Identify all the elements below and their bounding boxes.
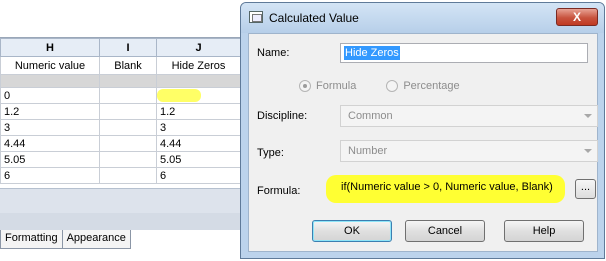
table-cell[interactable] bbox=[99, 119, 157, 136]
percentage-radio-label: Percentage bbox=[403, 80, 460, 92]
table-cell-highlighted[interactable] bbox=[156, 87, 241, 104]
table-row: 5.05 5.05 bbox=[0, 151, 241, 168]
table-row: 0 bbox=[0, 87, 241, 104]
name-input-value: Hide Zeros bbox=[344, 46, 400, 60]
table-cell[interactable]: 1.2 bbox=[0, 103, 100, 120]
formula-radio[interactable] bbox=[299, 80, 311, 92]
group-row bbox=[0, 74, 241, 88]
tab-appearance[interactable]: Appearance bbox=[61, 230, 131, 249]
source-radio-group: Formula Percentage bbox=[299, 78, 460, 94]
dialog-titlebar[interactable]: Calculated Value X bbox=[241, 3, 604, 33]
formula-builder-button[interactable]: ... bbox=[575, 179, 596, 199]
tab-formatting[interactable]: Formatting bbox=[0, 230, 63, 249]
column-header-hide-zeros[interactable]: Hide Zeros bbox=[156, 56, 241, 75]
chevron-down-icon bbox=[584, 114, 592, 118]
table-row: 6 6 bbox=[0, 167, 241, 184]
formula-radio-label: Formula bbox=[316, 80, 357, 92]
formula-input[interactable]: if(Numeric value > 0, Numeric value, Bla… bbox=[340, 178, 565, 199]
discipline-select[interactable]: Common bbox=[340, 105, 598, 127]
table-cell[interactable] bbox=[99, 167, 157, 184]
chevron-down-icon bbox=[584, 149, 592, 153]
table-cell[interactable]: 5.05 bbox=[0, 151, 100, 168]
table-row: 4.44 4.44 bbox=[0, 135, 241, 152]
table-cell[interactable] bbox=[99, 87, 157, 104]
column-letter-j[interactable]: J bbox=[156, 38, 241, 57]
data-grid: H I J Numeric value Blank Hide Zeros 0 1… bbox=[0, 38, 241, 184]
sheet-empty-area bbox=[0, 188, 240, 230]
table-cell[interactable] bbox=[99, 103, 157, 120]
table-cell[interactable]: 1.2 bbox=[156, 103, 241, 120]
ok-button[interactable]: OK bbox=[312, 220, 392, 242]
cancel-button[interactable]: Cancel bbox=[405, 220, 485, 242]
help-button[interactable]: Help bbox=[504, 220, 584, 242]
window-icon bbox=[249, 11, 263, 23]
sheet-tabs: Formatting Appearance bbox=[0, 230, 131, 249]
type-select-value: Number bbox=[348, 145, 388, 157]
sheet-status-stripe bbox=[0, 189, 240, 213]
close-button[interactable]: X bbox=[556, 8, 598, 26]
dialog-body: Name: Hide Zeros Formula Percentage Disc… bbox=[248, 33, 598, 252]
column-header-row: Numeric value Blank Hide Zeros bbox=[0, 56, 241, 75]
sheet-toolbar-area bbox=[0, 0, 240, 38]
dialog-title: Calculated Value bbox=[269, 11, 359, 25]
type-select[interactable]: Number bbox=[340, 140, 598, 162]
table-row: 3 3 bbox=[0, 119, 241, 136]
table-cell[interactable]: 4.44 bbox=[0, 135, 100, 152]
table-cell[interactable]: 3 bbox=[156, 119, 241, 136]
highlight-mark bbox=[157, 89, 201, 102]
table-cell[interactable]: 6 bbox=[0, 167, 100, 184]
table-cell[interactable]: 5.05 bbox=[156, 151, 241, 168]
percentage-radio[interactable] bbox=[386, 80, 399, 92]
table-cell[interactable]: 3 bbox=[0, 119, 100, 136]
name-label: Name: bbox=[257, 47, 290, 59]
table-cell[interactable]: 6 bbox=[156, 167, 241, 184]
type-label: Type: bbox=[257, 147, 284, 159]
table-cell[interactable]: 0 bbox=[0, 87, 100, 104]
name-input[interactable]: Hide Zeros bbox=[340, 43, 588, 63]
discipline-select-value: Common bbox=[348, 110, 393, 122]
column-letter-i[interactable]: I bbox=[99, 38, 157, 57]
discipline-label: Discipline: bbox=[257, 110, 308, 122]
table-cell[interactable]: 4.44 bbox=[156, 135, 241, 152]
table-row: 1.2 1.2 bbox=[0, 103, 241, 120]
column-letter-row: H I J bbox=[0, 38, 241, 57]
spreadsheet: H I J Numeric value Blank Hide Zeros 0 1… bbox=[0, 0, 241, 261]
calculated-value-dialog: Calculated Value X Name: Hide Zeros Form… bbox=[240, 2, 605, 259]
column-header-numeric-value[interactable]: Numeric value bbox=[0, 56, 100, 75]
column-header-blank[interactable]: Blank bbox=[99, 56, 157, 75]
table-cell[interactable] bbox=[99, 151, 157, 168]
column-letter-h[interactable]: H bbox=[0, 38, 100, 57]
table-cell[interactable] bbox=[99, 135, 157, 152]
close-icon: X bbox=[572, 10, 581, 24]
formula-label: Formula: bbox=[257, 185, 301, 197]
